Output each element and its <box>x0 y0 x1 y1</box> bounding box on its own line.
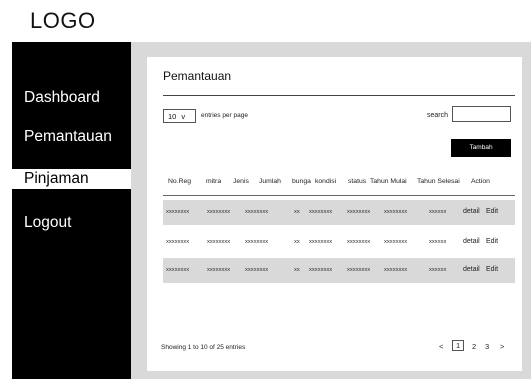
edit-link[interactable]: Edit <box>486 238 498 245</box>
chevron-down-icon: v <box>181 111 186 121</box>
cell-kondisi: xxxxxxxx <box>309 267 333 273</box>
column-header-jumlah: Jumlah <box>259 178 281 185</box>
cell-no-reg: xxxxxxxx <box>166 267 190 273</box>
column-header-tahun-selesai: Tahun Selesai <box>417 178 460 185</box>
column-header-jenis: Jenis <box>233 178 249 185</box>
column-header-status: status <box>348 178 367 185</box>
cell-jenis: xxxxxxxx <box>245 239 269 245</box>
cell-tahun-mulai: xxxxxxxx <box>384 209 408 215</box>
detail-link[interactable]: detail <box>463 208 480 215</box>
detail-link[interactable]: detail <box>463 266 480 273</box>
cell-bunga: xx <box>294 267 300 273</box>
sidebar: Dashboard Pemantauan Pinjaman Logout <box>12 42 131 379</box>
entries-select-value: 10 <box>168 111 177 121</box>
pagination-next[interactable]: > <box>500 342 504 351</box>
column-header-tahun-mulai: Tahun Mulai <box>370 178 407 185</box>
edit-link[interactable]: Edit <box>486 266 498 273</box>
sidebar-item-dashboard[interactable]: Dashboard <box>12 89 131 107</box>
entries-per-page-label: entries per page <box>201 112 248 119</box>
cell-status: xxxxxxxx <box>347 209 371 215</box>
cell-tahun-selesai: xxxxxx <box>429 267 447 273</box>
cell-bunga: xx <box>294 209 300 215</box>
cell-bunga: xx <box>294 239 300 245</box>
sidebar-item-pemantauan[interactable]: Pemantauan <box>12 128 131 146</box>
pagination-page-1[interactable]: 1 <box>452 340 465 351</box>
cell-kondisi: xxxxxxxx <box>309 239 333 245</box>
pagination-page-3[interactable]: 3 <box>485 342 489 351</box>
cell-jenis: xxxxxxxx <box>245 267 269 273</box>
pagination-prev[interactable]: < <box>439 342 443 351</box>
page-title: Pemantauan <box>163 69 232 83</box>
column-header-bunga: bunga <box>292 178 311 185</box>
divider <box>163 95 515 96</box>
sidebar-item-logout[interactable]: Logout <box>12 214 131 232</box>
search-input[interactable] <box>452 106 511 122</box>
cell-tahun-selesai: xxxxxx <box>429 209 447 215</box>
cell-no-reg: xxxxxxxx <box>166 239 190 245</box>
column-header-kondisi: kondisi <box>315 178 337 185</box>
cell-tahun-selesai: xxxxxx <box>429 239 447 245</box>
cell-kondisi: xxxxxxxx <box>309 209 333 215</box>
cell-mitra: xxxxxxxx <box>207 209 231 215</box>
sidebar-item-label: Logout <box>24 214 72 231</box>
cell-no-reg: xxxxxxxx <box>166 209 190 215</box>
sidebar-item-label: Dashboard <box>24 89 100 106</box>
column-header-mitra: mitra <box>206 178 222 185</box>
cell-mitra: xxxxxxxx <box>207 267 231 273</box>
pagination-page-2[interactable]: 2 <box>472 342 476 351</box>
add-button[interactable]: Tambah <box>451 139 511 157</box>
divider <box>163 195 515 196</box>
table-row: xxxxxxxx xxxxxxxx xxxxxxxx xx xxxxxxxx x… <box>163 258 515 283</box>
table-row: xxxxxxxx xxxxxxxx xxxxxxxx xx xxxxxxxx x… <box>163 200 515 225</box>
cell-tahun-mulai: xxxxxxxx <box>384 239 408 245</box>
cell-status: xxxxxxxx <box>347 239 371 245</box>
sidebar-item-label: Pinjaman <box>24 170 89 187</box>
cell-mitra: xxxxxxxx <box>207 239 231 245</box>
entries-per-page-select[interactable]: 10 v <box>163 109 196 123</box>
main-card: Pemantauan 10 v entries per page search … <box>147 57 522 371</box>
cell-jenis: xxxxxxxx <box>245 209 269 215</box>
table-row: xxxxxxxx xxxxxxxx xxxxxxxx xx xxxxxxxx x… <box>163 230 515 255</box>
cell-tahun-mulai: xxxxxxxx <box>384 267 408 273</box>
search-label: search <box>427 112 449 119</box>
detail-link[interactable]: detail <box>463 238 480 245</box>
logo: LOGO <box>30 8 96 33</box>
sidebar-item-label: Pemantauan <box>24 128 112 145</box>
entries-info: Showing 1 to 10 of 25 entries <box>161 344 246 351</box>
column-header-no-reg: No.Reg <box>168 178 192 185</box>
edit-link[interactable]: Edit <box>486 208 498 215</box>
cell-status: xxxxxxxx <box>347 267 371 273</box>
sidebar-item-pinjaman[interactable]: Pinjaman <box>12 169 131 189</box>
column-header-action: Action <box>471 178 490 185</box>
